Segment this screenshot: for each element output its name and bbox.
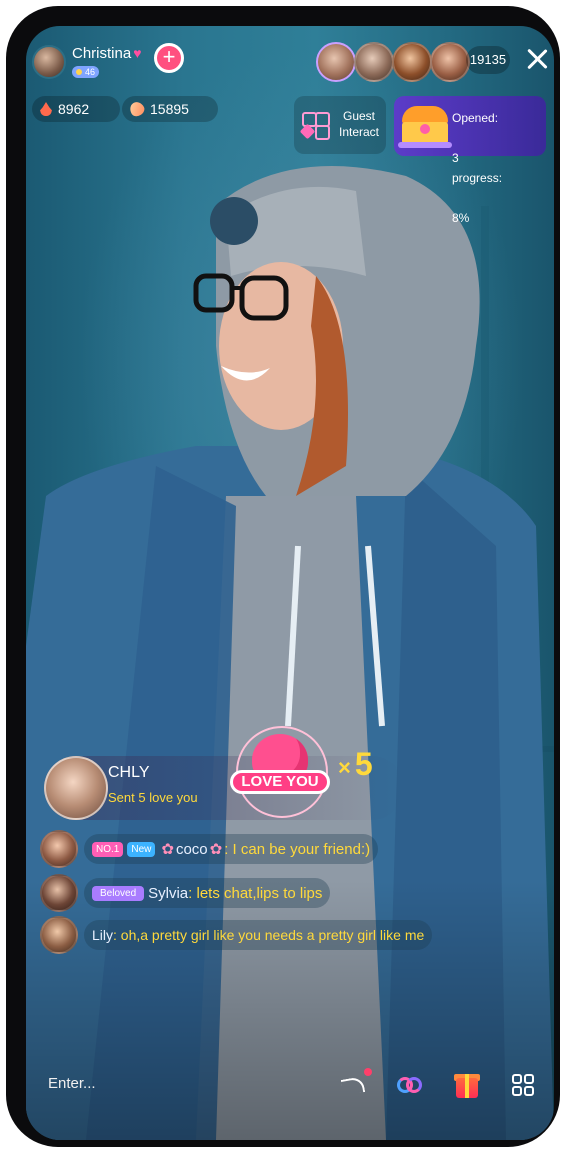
chat-bubble[interactable]: NO.1 New ✿ coco ✿ : I can be your friend… [84, 834, 379, 864]
chat-bubble[interactable]: Lily : oh,a pretty girl like you needs a… [84, 920, 433, 950]
host-name-row: Christina ♥ [72, 45, 142, 62]
guest-interact-line1: Guest [342, 109, 375, 123]
chat-avatar[interactable] [40, 830, 78, 868]
guest-interact-icon [299, 110, 330, 140]
close-icon[interactable] [524, 46, 550, 72]
progress-label: progress: [452, 171, 503, 185]
host-level-value: 46 [85, 66, 96, 77]
gem-stat[interactable]: 15895 [122, 96, 218, 122]
rank-badge: NO.1 [92, 841, 124, 857]
viewer-avatar[interactable] [392, 42, 432, 82]
opened-value: 3 [452, 151, 459, 165]
gift-label: LOVE YOU [230, 770, 330, 794]
chat-message: Lily : oh,a pretty girl like you needs a… [40, 916, 433, 954]
follow-button[interactable]: + [154, 43, 184, 73]
guest-interact-label: Guest Interact [334, 108, 384, 140]
chat-avatar[interactable] [40, 874, 78, 912]
treasure-chest-icon [398, 104, 452, 150]
chat-text: : lets chat,lips to lips [188, 884, 323, 902]
gift-sender-name: CHLY [108, 764, 150, 781]
gem-value: 15895 [150, 101, 189, 117]
chat-avatar[interactable] [40, 916, 78, 954]
more-grid-icon[interactable] [506, 1068, 540, 1102]
chat-username: Lily [92, 927, 114, 943]
guest-interact-line2: Interact [338, 125, 380, 139]
chat-username: Sylvia [148, 884, 189, 902]
top-viewers [316, 42, 470, 82]
chat-message: Beloved Sylvia : lets chat,lips to lips [40, 874, 331, 912]
share-icon[interactable] [336, 1068, 372, 1102]
viewer-avatar[interactable] [316, 42, 356, 82]
link-icon[interactable] [392, 1068, 426, 1102]
flower-icon: ✿ [161, 841, 174, 858]
gift-icon[interactable] [450, 1068, 484, 1102]
new-badge: New [127, 841, 156, 857]
gift-description: Sent 5 love you [108, 790, 198, 805]
gift-multiplier: × 5 [338, 746, 373, 783]
heat-stat[interactable]: 8962 [32, 96, 120, 122]
chat-text: : oh,a pretty girl like you needs a pret… [113, 927, 425, 943]
host-card[interactable]: Christina ♥ 46 [32, 42, 142, 82]
multiplier-symbol: × [338, 755, 351, 780]
chat-text: : I can be your friend:) [224, 840, 371, 858]
multiplier-value: 5 [354, 746, 373, 782]
chat-username: coco [175, 840, 208, 858]
heart-icon: ♥ [133, 44, 142, 61]
viewer-count[interactable]: 19135 [466, 46, 510, 74]
love-you-gift-icon: LOVE YOU [230, 716, 330, 818]
viewer-avatar[interactable] [430, 42, 470, 82]
star-icon [76, 68, 82, 75]
beloved-badge: Beloved [92, 885, 145, 901]
host-avatar[interactable] [32, 45, 66, 79]
viewer-avatar[interactable] [354, 42, 394, 82]
opened-label: Opened: [452, 111, 499, 125]
comment-input[interactable]: Enter... [42, 1064, 248, 1104]
progress-value: 8% [452, 211, 470, 225]
treasure-progress: Opened: 3 progress: 8% [452, 108, 502, 228]
heat-value: 8962 [58, 101, 90, 117]
fire-icon [40, 102, 52, 116]
flower-icon: ✿ [209, 841, 223, 858]
treasure-chest-card[interactable]: Opened: 3 progress: 8% [394, 96, 546, 225]
host-level-badge: 46 [72, 65, 100, 78]
chat-message: NO.1 New ✿ coco ✿ : I can be your friend… [40, 830, 379, 868]
gift-sender-avatar[interactable] [44, 756, 108, 820]
chat-bubble[interactable]: Beloved Sylvia : lets chat,lips to lips [84, 878, 331, 908]
live-stream-screen: Christina ♥ 46 + 19135 8962 15895 Guest … [26, 26, 554, 1140]
host-name: Christina [72, 44, 132, 62]
guest-interact-button[interactable]: Guest Interact [294, 96, 386, 154]
gem-icon [127, 99, 147, 119]
phone-frame: Christina ♥ 46 + 19135 8962 15895 Guest … [6, 6, 560, 1147]
host-info: Christina ♥ 46 [72, 45, 142, 80]
